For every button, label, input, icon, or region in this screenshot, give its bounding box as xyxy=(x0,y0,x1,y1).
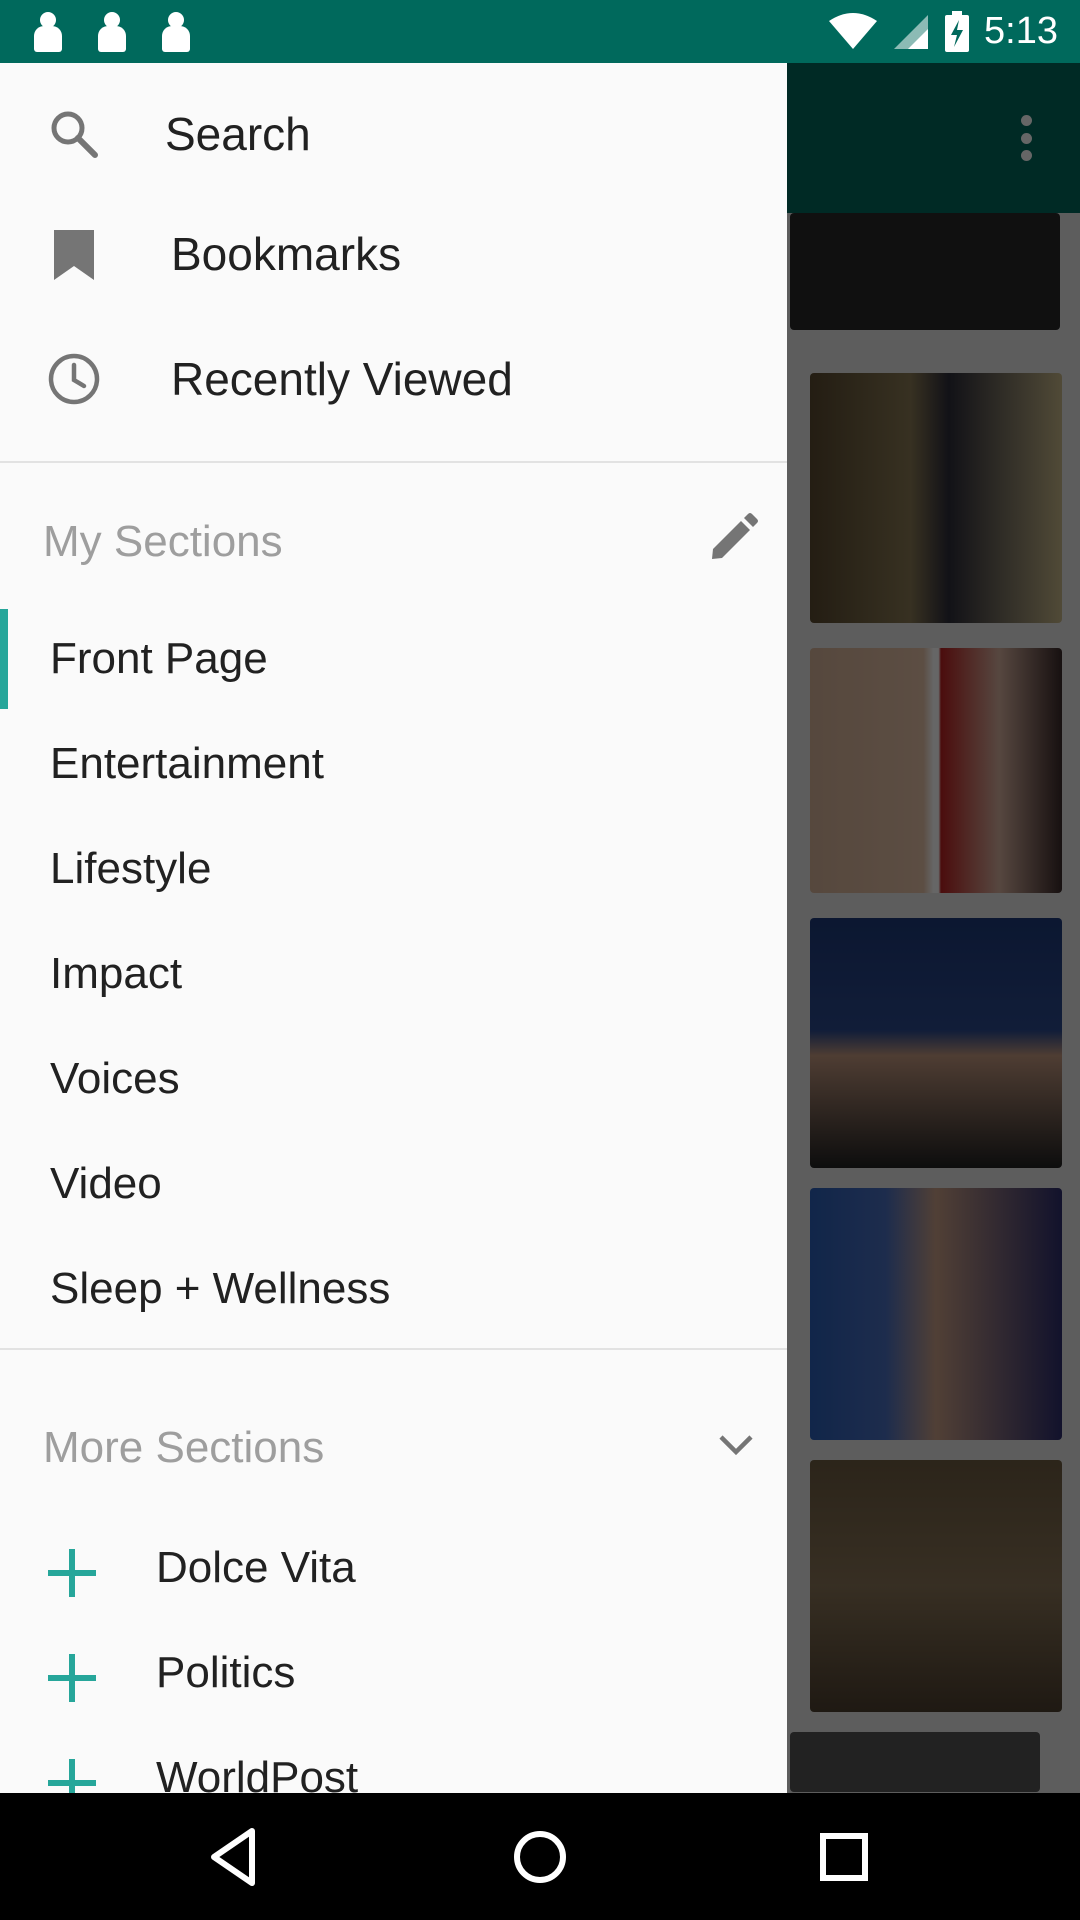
navigation-drawer: Search Bookmarks Recently Viewed My Sect… xyxy=(0,63,787,1793)
add-icon[interactable] xyxy=(48,1549,96,1597)
notification-icon xyxy=(98,12,126,52)
drawer-item-label: Bookmarks xyxy=(171,228,402,280)
my-sections-header: My Sections xyxy=(43,517,283,566)
drawer-item-label: Recently Viewed xyxy=(171,353,513,405)
wifi-icon xyxy=(829,12,878,49)
section-label: Entertainment xyxy=(50,739,324,788)
more-section-item-politics[interactable]: Politics xyxy=(0,1624,787,1728)
back-icon[interactable] xyxy=(200,1821,272,1893)
chevron-down-icon[interactable] xyxy=(718,1433,754,1457)
more-section-item-dolce-vita[interactable]: Dolce Vita xyxy=(0,1519,787,1623)
section-item-impact[interactable]: Impact xyxy=(0,922,787,1026)
section-item-sleep-wellness[interactable]: Sleep + Wellness xyxy=(0,1237,787,1341)
more-sections-header[interactable]: More Sections xyxy=(43,1423,324,1473)
section-label: Impact xyxy=(50,949,183,998)
signal-icon xyxy=(894,14,929,49)
clock-icon xyxy=(48,353,100,405)
divider xyxy=(0,461,787,463)
home-icon[interactable] xyxy=(504,1821,576,1893)
notification-icon xyxy=(34,12,62,52)
section-label: Video xyxy=(50,1159,162,1208)
add-icon[interactable] xyxy=(48,1654,96,1702)
drawer-item-recently-viewed[interactable]: Recently Viewed xyxy=(0,319,787,439)
divider xyxy=(0,1348,787,1350)
clock-time: 5:13 xyxy=(984,10,1058,52)
section-item-video[interactable]: Video xyxy=(0,1132,787,1236)
section-item-lifestyle[interactable]: Lifestyle xyxy=(0,817,787,921)
bookmark-icon xyxy=(54,230,94,280)
section-label: Politics xyxy=(156,1648,296,1697)
section-item-front-page[interactable]: Front Page xyxy=(0,607,787,711)
section-label: Front Page xyxy=(50,634,268,683)
section-label: WorldPost xyxy=(156,1753,359,1793)
section-label: Dolce Vita xyxy=(156,1543,356,1592)
notification-icon xyxy=(162,12,190,52)
drawer-item-search[interactable]: Search xyxy=(0,74,787,194)
active-indicator xyxy=(0,609,8,709)
section-label: Lifestyle xyxy=(50,844,212,893)
drawer-item-bookmarks[interactable]: Bookmarks xyxy=(0,194,787,314)
section-label: Sleep + Wellness xyxy=(50,1264,391,1313)
drawer-item-label: Search xyxy=(165,108,311,160)
battery-charging-icon xyxy=(945,10,970,52)
add-icon[interactable] xyxy=(48,1759,96,1793)
section-item-entertainment[interactable]: Entertainment xyxy=(0,712,787,816)
status-bar: 5:13 xyxy=(0,0,1080,63)
pencil-icon[interactable] xyxy=(708,513,758,563)
notification-icons xyxy=(34,12,190,52)
section-label: Voices xyxy=(50,1054,180,1103)
system-status: 5:13 xyxy=(828,0,1058,63)
system-nav-bar xyxy=(0,1793,1080,1920)
search-icon xyxy=(51,111,98,158)
recents-icon[interactable] xyxy=(808,1821,880,1893)
section-item-voices[interactable]: Voices xyxy=(0,1027,787,1131)
more-section-item-worldpost[interactable]: WorldPost xyxy=(0,1729,787,1793)
